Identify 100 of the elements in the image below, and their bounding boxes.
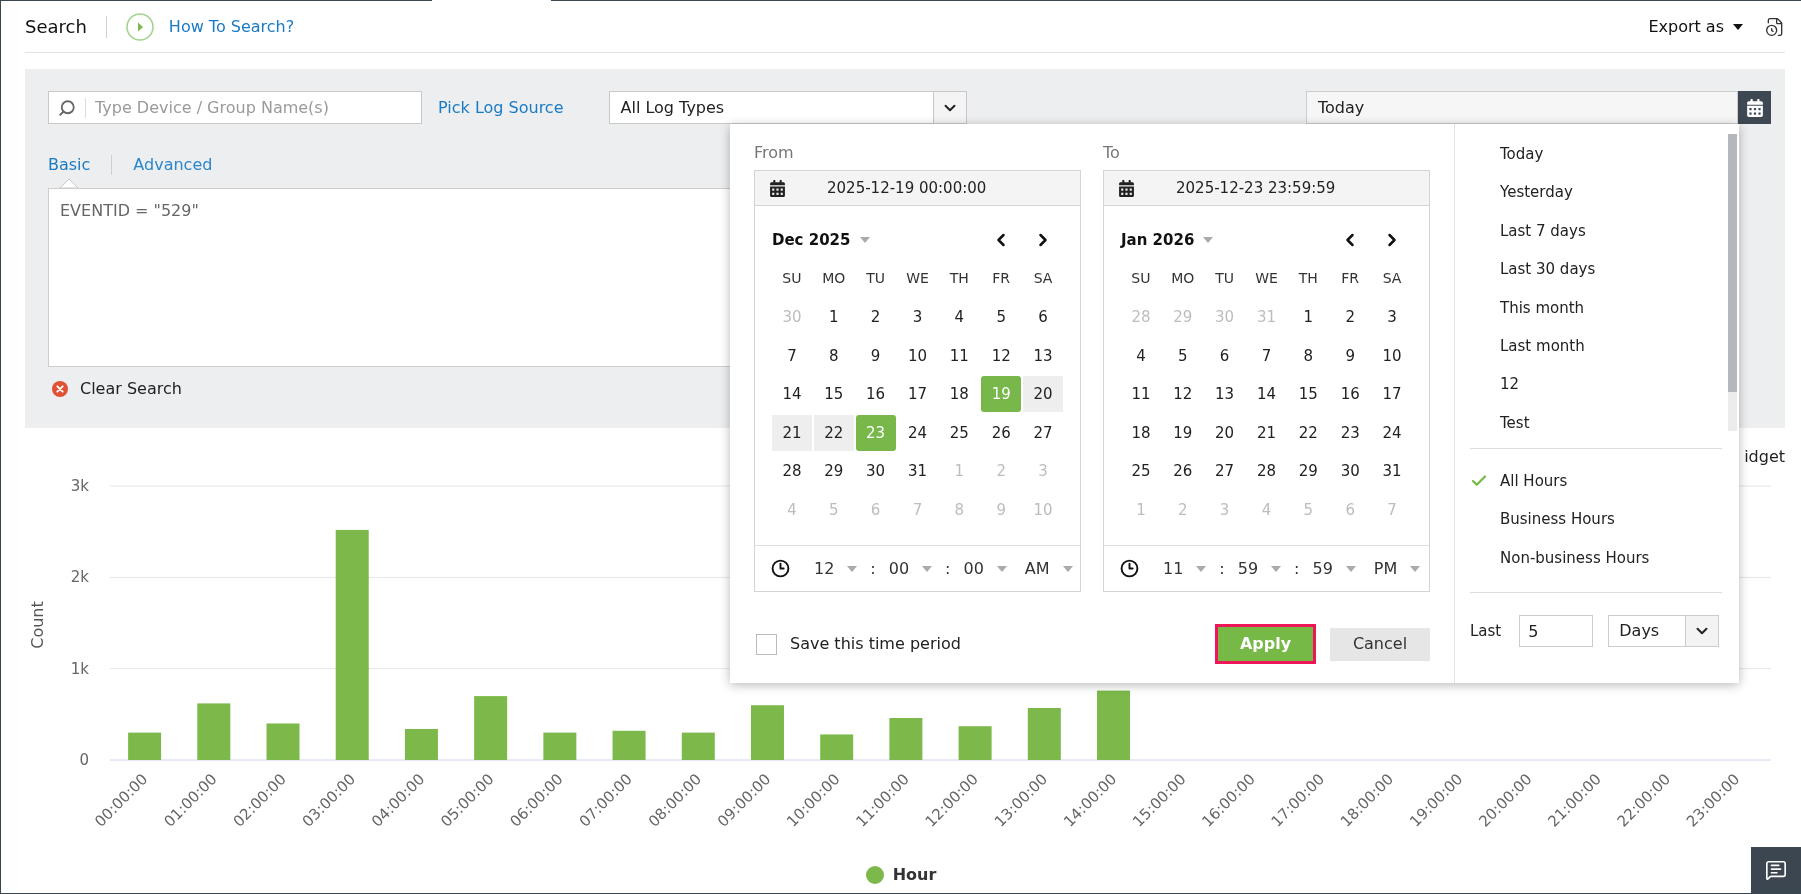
calendar-day[interactable]: 17	[897, 376, 938, 413]
dialog-button[interactable]: Cancel	[1330, 627, 1430, 661]
chat-button[interactable]	[1751, 847, 1801, 893]
caret-icon	[922, 565, 933, 572]
preset-option[interactable]: Yesterday	[1500, 181, 1573, 204]
preset-option[interactable]: Last 30 days	[1500, 258, 1596, 281]
calendar-day[interactable]: 1	[813, 299, 854, 336]
calendar-day[interactable]: 15	[1288, 376, 1329, 413]
calendar-day[interactable]: 26	[1162, 453, 1203, 490]
calendar-day[interactable]: 25	[1120, 453, 1161, 490]
calendar-day[interactable]: 26	[981, 415, 1022, 452]
chart-bar	[612, 730, 646, 760]
calendar-day[interactable]: 25	[939, 415, 980, 452]
calendar-day[interactable]: 7	[1246, 337, 1287, 374]
time-select[interactable]: AM	[1024, 556, 1073, 581]
preset-option[interactable]: Today	[1500, 142, 1544, 166]
calendar-day[interactable]: 16	[855, 376, 896, 413]
time-select[interactable]: 12	[814, 556, 858, 581]
export-button[interactable]: Export as	[1648, 14, 1743, 39]
calendar-day[interactable]: 20	[1204, 415, 1245, 452]
calendar-day[interactable]: 3	[897, 299, 938, 336]
time-select[interactable]: 59	[1312, 556, 1356, 581]
calendar-button[interactable]	[1738, 91, 1771, 124]
preset-option[interactable]: This month	[1500, 296, 1585, 319]
calendar-day[interactable]: 18	[1120, 415, 1161, 452]
calendar-day[interactable]: 6	[1023, 299, 1064, 336]
hour-filter-option[interactable]: All Hours	[1500, 470, 1568, 493]
date-time-field[interactable]: 2025-12-23 23:59:59	[1103, 170, 1430, 206]
calendar-day[interactable]: 12	[1162, 376, 1203, 413]
calendar-day[interactable]: 4	[939, 299, 980, 336]
calendar-day[interactable]: 24	[1372, 415, 1413, 452]
log-source-link[interactable]: Pick Log Source	[438, 95, 564, 120]
calendar-day[interactable]: 15	[813, 376, 854, 413]
weekday-label: TU	[866, 268, 886, 288]
preset-option[interactable]: Test	[1500, 411, 1530, 435]
preset-option[interactable]: 12	[1500, 373, 1520, 396]
calendar-day[interactable]: 13	[1204, 376, 1245, 413]
weekday-label: TU	[1215, 268, 1235, 288]
hour-filter-option[interactable]: Non-business Hours	[1500, 546, 1650, 570]
calendar-day[interactable]: 2	[855, 299, 896, 336]
calendar-day[interactable]: 30	[1330, 453, 1371, 490]
query-tab[interactable]: Basic	[48, 153, 91, 177]
calendar-day[interactable]: 29	[813, 453, 854, 490]
unit-select[interactable]: Days	[1608, 615, 1720, 648]
file-clock-icon[interactable]	[1765, 16, 1785, 37]
calendar-day[interactable]: 31	[1372, 453, 1413, 490]
calendar-day[interactable]: 31	[897, 453, 938, 490]
calendar-day[interactable]: 18	[939, 376, 980, 413]
calendar-day[interactable]: 6	[1204, 337, 1245, 374]
calendar-day[interactable]: 23	[1330, 415, 1371, 452]
calendar-day[interactable]: 11	[1120, 376, 1161, 413]
time-select[interactable]: PM	[1373, 556, 1421, 581]
chart-bar	[751, 705, 784, 760]
calendar-day[interactable]: 5	[981, 299, 1022, 336]
calendar-day[interactable]: 5	[1162, 337, 1203, 374]
calendar-day[interactable]: 27	[1023, 415, 1064, 452]
preset-option[interactable]: Last 7 days	[1500, 219, 1586, 243]
calendar-day[interactable]: 29	[1288, 453, 1329, 490]
calendar-day[interactable]: 10	[1372, 337, 1413, 374]
time-select[interactable]: 00	[963, 556, 1007, 581]
calendar-day[interactable]: 14	[1246, 376, 1287, 413]
calendar-day[interactable]: 19	[1162, 415, 1203, 452]
calendar-day[interactable]: 2	[1330, 299, 1371, 336]
calendar-day[interactable]: 28	[1246, 453, 1287, 490]
last-count-field[interactable]: 5	[1519, 615, 1594, 648]
calendar-day[interactable]: 27	[1204, 453, 1245, 490]
time-select[interactable]: 00	[888, 556, 933, 581]
log-type-select[interactable]: All Log Types	[608, 91, 967, 124]
calendar-day[interactable]: 20	[1023, 376, 1064, 413]
clear-search-button[interactable]: Clear Search	[52, 377, 182, 401]
calendar-day[interactable]: 17	[1372, 376, 1413, 413]
device-search-field[interactable]: Type Device / Group Name(s)	[48, 91, 422, 124]
period-field[interactable]: Today	[1306, 91, 1738, 124]
calendar-day[interactable]: 1	[1288, 299, 1329, 336]
calendar-day[interactable]: 22	[813, 415, 854, 452]
caret-icon	[1345, 565, 1356, 572]
calendar-day[interactable]: 30	[855, 453, 896, 490]
help-link[interactable]: How To Search?	[168, 14, 295, 39]
clock-icon	[771, 559, 790, 578]
time-select[interactable]: 11	[1163, 556, 1207, 581]
date-time-field[interactable]: 2025-12-19 00:00:00	[754, 170, 1081, 206]
save-period-checkbox[interactable]	[756, 633, 777, 655]
calendar-day[interactable]: 21	[1246, 415, 1287, 452]
preset-option[interactable]: Last month	[1500, 334, 1585, 358]
month-select[interactable]: Dec 2025	[772, 228, 870, 252]
calendar-day[interactable]: 3	[1372, 299, 1413, 336]
widget-link[interactable]: idget	[1744, 445, 1785, 469]
legend-label[interactable]: Hour	[892, 863, 937, 887]
hour-filter-option[interactable]: Business Hours	[1500, 508, 1615, 531]
calendar-day[interactable]: 14	[771, 376, 812, 413]
calendar-day[interactable]: 9	[1330, 337, 1371, 374]
calendar-day[interactable]: 22	[1288, 415, 1329, 452]
calendar-day[interactable]: 21	[771, 415, 812, 452]
calendar-day[interactable]: 8	[1288, 337, 1329, 374]
calendar-day[interactable]: 16	[1330, 376, 1371, 413]
weekday-label: SA	[1382, 268, 1402, 288]
time-select[interactable]: 59	[1237, 556, 1282, 581]
calendar-day[interactable]: 28	[771, 453, 812, 490]
calendar-day[interactable]: 24	[897, 415, 938, 452]
chart-bar	[681, 732, 715, 760]
